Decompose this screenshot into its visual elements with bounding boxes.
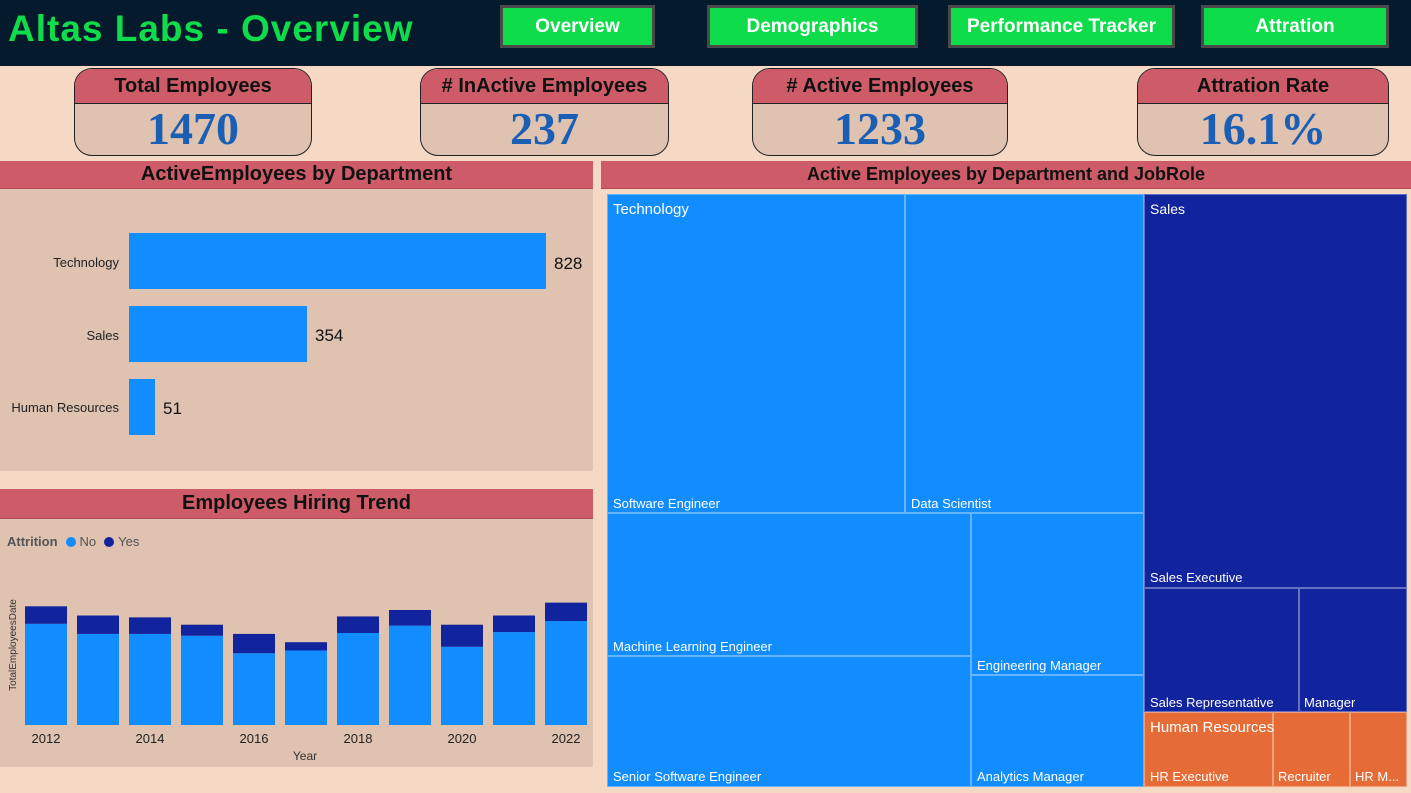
x-tick-label: 2014 <box>136 731 165 746</box>
treemap-label: Analytics Manager <box>977 769 1084 784</box>
bar-technology[interactable] <box>129 233 546 289</box>
nav-attration-button[interactable]: Attration <box>1201 5 1389 48</box>
kpi-value: 1233 <box>834 103 926 154</box>
trend-bar-no-2018[interactable] <box>337 633 379 725</box>
legend-yes-dot <box>104 536 115 547</box>
treemap-cell-manager[interactable] <box>1299 588 1407 712</box>
trend-bar-no-2016[interactable] <box>233 653 275 725</box>
legend-yes-label[interactable]: Yes <box>118 534 139 549</box>
kpi-total-employees: Total Employees 1470 <box>74 68 312 156</box>
trend-bar-yes-2013[interactable] <box>77 615 119 634</box>
treemap-title: Active Employees by Department and JobRo… <box>601 161 1411 189</box>
treemap-label: Machine Learning Engineer <box>613 639 772 654</box>
kpi-label: # Active Employees <box>753 69 1007 104</box>
treemap-cell-engineering-manager[interactable] <box>971 513 1144 675</box>
kpi-label: Total Employees <box>75 69 311 104</box>
nav-overview-button[interactable]: Overview <box>500 5 655 48</box>
treemap-label: Sales Executive <box>1150 570 1243 585</box>
trend-bar-yes-2022[interactable] <box>545 602 587 622</box>
bar-category-label: Sales <box>86 328 119 343</box>
treemap-label: Data Scientist <box>911 496 992 511</box>
treemap-label: Senior Software Engineer <box>613 769 762 784</box>
trend-bar-yes-2015[interactable] <box>181 624 223 636</box>
trend-bar-no-2013[interactable] <box>77 633 119 725</box>
trend-bar-no-2019[interactable] <box>389 625 431 725</box>
treemap-label: Engineering Manager <box>977 658 1102 673</box>
bar-value-label: 354 <box>315 326 344 345</box>
treemap-cell-machine-learning-engineer[interactable] <box>607 513 971 656</box>
hiring-trend-chart: TotalEmployeesDate Year 2012 2014 2016 2018… <box>8 599 587 763</box>
trend-bar-no-2012[interactable] <box>25 623 67 725</box>
legend-no-label[interactable]: No <box>80 534 97 549</box>
x-tick-label: 2012 <box>32 731 61 746</box>
trend-bar-no-2015[interactable] <box>181 635 223 725</box>
bar-category-label: Technology <box>53 255 119 270</box>
treemap-group-technology: Technology <box>613 201 689 218</box>
bar-value-label: 828 <box>554 254 583 273</box>
trend-bar-yes-2014[interactable] <box>129 617 171 634</box>
treemap-label: Software Engineer <box>613 496 720 511</box>
treemap-label: Sales Representative <box>1150 695 1274 710</box>
trend-bar-no-2014[interactable] <box>129 633 171 725</box>
bar-value-label: 51 <box>163 399 182 418</box>
bar-human-resources[interactable] <box>129 379 155 435</box>
legend-no-dot <box>65 536 76 547</box>
treemap-label: Manager <box>1304 695 1356 710</box>
treemap-cell-software-engineer[interactable] <box>607 194 905 513</box>
top-header: Altas Labs - Overview Overview Demograph… <box>0 0 1411 66</box>
x-tick-label: 2020 <box>448 731 477 746</box>
kpi-label: Attration Rate <box>1138 69 1388 104</box>
legend-title: Attrition <box>7 534 58 549</box>
kpi-attration-rate: Attration Rate 16.1% <box>1137 68 1389 156</box>
treemap-label: HR M... <box>1355 769 1400 784</box>
trend-bar-yes-2020[interactable] <box>441 624 483 647</box>
trend-bar-no-2020[interactable] <box>441 646 483 725</box>
chart-legend: Attrition No Yes <box>7 534 139 549</box>
trend-bar-no-2022[interactable] <box>545 621 587 725</box>
treemap-group-sales: Sales <box>1150 201 1186 217</box>
treemap-cell-sales-representative[interactable] <box>1144 588 1299 712</box>
treemap-cell-data-scientist[interactable] <box>905 194 1144 513</box>
bar-sales[interactable] <box>129 306 307 362</box>
nav-performance-tracker-button[interactable]: Performance Tracker <box>948 5 1175 48</box>
x-tick-label: 2022 <box>552 731 581 746</box>
kpi-inactive-employees: # InActive Employees 237 <box>420 68 669 156</box>
treemap-group-human-resources: Human Resources <box>1150 719 1275 736</box>
dept-chart-title: ActiveEmployees by Department <box>0 161 593 189</box>
x-axis-label: Year <box>293 749 317 763</box>
treemap-cell-senior-software-engineer[interactable] <box>607 656 971 787</box>
trend-bar-yes-2021[interactable] <box>493 615 535 633</box>
trend-bar-yes-2017[interactable] <box>285 642 327 651</box>
x-tick-label: 2016 <box>240 731 269 746</box>
treemap-label: Recruiter <box>1278 769 1331 784</box>
trend-bar-yes-2016[interactable] <box>233 633 275 654</box>
treemap-cell-sales-executive[interactable] <box>1144 194 1407 588</box>
trend-bar-no-2021[interactable] <box>493 632 535 725</box>
kpi-active-employees: # Active Employees 1233 <box>752 68 1008 156</box>
kpi-value: 237 <box>510 103 579 154</box>
trend-bar-no-2017[interactable] <box>285 650 327 725</box>
kpi-label: # InActive Employees <box>421 69 668 104</box>
treemap-label: HR Executive <box>1150 769 1229 784</box>
kpi-value: 1470 <box>147 103 239 154</box>
page-title: Altas Labs - Overview <box>8 8 414 49</box>
trend-chart-title: Employees Hiring Trend <box>0 489 593 519</box>
trend-bar-yes-2019[interactable] <box>389 610 431 626</box>
bar-category-label: Human Resources <box>11 400 119 415</box>
nav-demographics-button[interactable]: Demographics <box>707 5 918 48</box>
x-tick-label: 2018 <box>344 731 373 746</box>
trend-bar-yes-2012[interactable] <box>25 606 67 624</box>
trend-bar-yes-2018[interactable] <box>337 616 379 633</box>
y-axis-label: TotalEmployeesDate <box>8 599 19 691</box>
kpi-value: 16.1% <box>1199 103 1327 154</box>
